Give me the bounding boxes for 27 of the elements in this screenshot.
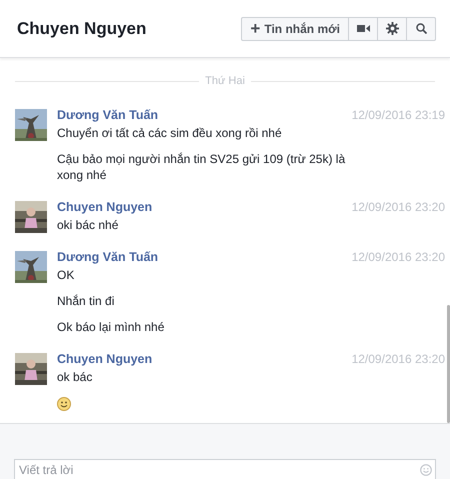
message-text: OK: [57, 267, 76, 283]
video-call-button[interactable]: [348, 16, 378, 40]
day-divider-label: Thứ Hai: [205, 75, 245, 87]
new-message-button[interactable]: + Tin nhắn mới: [241, 16, 349, 40]
search-button[interactable]: [406, 16, 436, 40]
message-text: Chuyển ơi tất cả các sim đều xong rồi nhé: [57, 125, 283, 141]
sender-name[interactable]: Chuyen Nguyen: [57, 199, 152, 215]
message-text: Ok báo lại mình nhé: [57, 319, 166, 335]
message-text: oki bác nhé: [57, 217, 120, 233]
message-time: 12/09/2016 23:20: [352, 249, 445, 265]
message-text: Cậu bảo mọi người nhắn tin SV25 gửi 109 (trừ 25k) là xong nhé: [57, 151, 346, 183]
video-camera-icon: [356, 24, 370, 33]
sender-name[interactable]: Chuyen Nguyen: [57, 351, 152, 367]
conversation-title: Chuyen Nguyen: [17, 18, 146, 38]
settings-button[interactable]: [377, 16, 407, 40]
sender-name[interactable]: Dương Văn Tuấn: [57, 107, 158, 123]
scrollbar[interactable]: [447, 305, 450, 423]
settings-icon: [386, 22, 398, 35]
smiley-icon: [57, 397, 71, 411]
message-time: 12/09/2016 23:20: [352, 199, 445, 215]
sender-name[interactable]: Dương Văn Tuấn: [57, 249, 158, 265]
message-time: 12/09/2016 23:19: [352, 107, 445, 123]
message-time: 12/09/2016 23:20: [352, 351, 445, 367]
search-icon: [416, 23, 426, 34]
reply-field[interactable]: Viết trả lời: [14, 459, 436, 479]
message-text: Nhắn tin đi: [57, 293, 116, 309]
message-text: ok bác: [57, 369, 94, 385]
